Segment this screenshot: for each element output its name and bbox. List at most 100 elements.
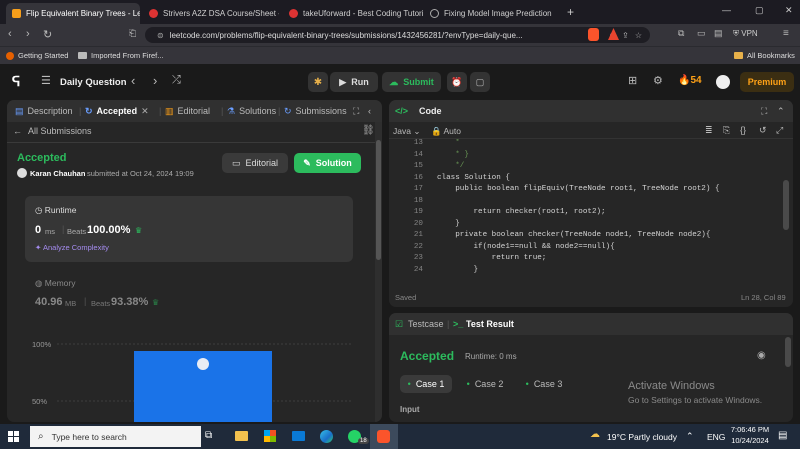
browser-tab-1[interactable]: Flip Equivalent Binary Trees - Le ✕ bbox=[6, 3, 140, 24]
settings-gear-icon[interactable]: ⚙ bbox=[653, 74, 663, 87]
problem-list-icon[interactable]: ☰ bbox=[41, 74, 51, 87]
task-view-icon[interactable]: ⧉ bbox=[205, 430, 212, 441]
prev-problem-icon[interactable]: ‹ bbox=[131, 73, 135, 88]
leetcode-logo-icon[interactable]: ᕋ bbox=[12, 73, 26, 89]
case-1-tab[interactable]: • Case 1 bbox=[400, 375, 452, 393]
taskbar-search-box[interactable]: ⌕ Type here to search bbox=[30, 426, 201, 447]
case-3-tab[interactable]: • Case 3 bbox=[518, 375, 570, 393]
close-window-button[interactable]: ✕ bbox=[785, 5, 793, 16]
auto-mode-toggle[interactable]: 🔒 Auto bbox=[431, 126, 461, 137]
premium-button[interactable]: Premium bbox=[740, 72, 794, 92]
left-panel-tabs: ▤ Description | ↻ Accepted ✕ | ▥ Editorial |… bbox=[7, 100, 382, 122]
share-link-icon[interactable]: ⛓ bbox=[362, 125, 375, 136]
analyze-complexity-link[interactable]: ✦ Analyze Complexity bbox=[35, 243, 109, 252]
tab-divider: | bbox=[221, 106, 224, 116]
close-tab-icon[interactable]: ✕ bbox=[141, 106, 149, 117]
language-select[interactable]: Java ⌄ bbox=[393, 126, 420, 137]
timer-button[interactable]: ⏰ bbox=[447, 72, 467, 92]
collapse-panel-icon[interactable]: ‹ bbox=[368, 106, 371, 116]
tab-description[interactable]: ▤ Description bbox=[15, 106, 73, 117]
submit-button[interactable]: ☁ Submit bbox=[382, 72, 441, 92]
wallet-icon[interactable]: ▤ bbox=[714, 28, 723, 39]
tab-editorial[interactable]: ▥ Editorial bbox=[165, 106, 210, 117]
sidebar-icon[interactable]: ▭ bbox=[697, 28, 706, 39]
extensions-icon[interactable]: ⧉ bbox=[678, 28, 684, 39]
runtime-card[interactable]: ◷ Runtime 0 ms | Beats 100.00% ♛ ✦ Analy… bbox=[25, 196, 353, 262]
code-line: class Solution { bbox=[437, 173, 510, 182]
language-indicator[interactable]: ENG bbox=[707, 432, 725, 442]
memory-label[interactable]: ◍ Memory bbox=[35, 278, 75, 289]
avatar[interactable] bbox=[716, 75, 730, 89]
tab-solutions[interactable]: ⚗ Solutions bbox=[227, 106, 276, 117]
vpn-button[interactable]: ⛨ VPN bbox=[733, 29, 758, 39]
new-tab-button[interactable]: + bbox=[567, 5, 574, 19]
line-number: 16 bbox=[413, 173, 423, 182]
reload-icon[interactable]: ↻ bbox=[43, 28, 52, 41]
bug-icon: ✱ bbox=[313, 76, 323, 88]
clock-time[interactable]: 7:06:46 PM bbox=[729, 425, 771, 434]
share-icon[interactable]: ⇪ bbox=[622, 31, 629, 40]
tab-accepted[interactable]: ↻ Accepted ✕ bbox=[85, 106, 149, 117]
debug-button[interactable]: ✱ bbox=[308, 72, 328, 92]
code-scrollbar-thumb[interactable] bbox=[783, 180, 789, 230]
eye-icon[interactable]: ◉ bbox=[757, 350, 766, 361]
editorial-button[interactable]: ▭ Editorial bbox=[222, 153, 288, 173]
case-2-tab[interactable]: • Case 2 bbox=[459, 375, 511, 393]
maximize-panel-icon[interactable]: ⛶ bbox=[353, 106, 359, 117]
tab-test-result[interactable]: Test Result bbox=[466, 319, 514, 329]
streak-counter[interactable]: 🔥54 bbox=[678, 75, 702, 86]
next-problem-icon[interactable]: › bbox=[153, 73, 157, 88]
bookmark-getting-started[interactable]: Getting Started bbox=[6, 51, 68, 60]
weather-text[interactable]: 19°C Partly cloudy bbox=[607, 432, 677, 442]
format-icon[interactable]: ≣ bbox=[705, 125, 713, 136]
all-submissions-link[interactable]: ← All Submissions bbox=[13, 126, 92, 136]
tab-testcase[interactable]: Testcase bbox=[408, 319, 444, 329]
bookmark-page-icon[interactable]: ⎗ bbox=[129, 28, 136, 39]
braces-icon[interactable]: {} bbox=[740, 125, 746, 135]
left-scrollbar-thumb[interactable] bbox=[376, 140, 381, 260]
maximize-icon[interactable]: ⛶ bbox=[761, 106, 767, 117]
reset-icon[interactable]: ↺ bbox=[759, 125, 767, 136]
mail-icon[interactable] bbox=[292, 431, 305, 441]
line-number: 23 bbox=[413, 254, 423, 262]
bookmark-folder-imported[interactable]: Imported From Firef... bbox=[78, 51, 164, 60]
notes-button[interactable]: ▢ bbox=[470, 72, 490, 92]
result-scrollbar-thumb[interactable] bbox=[785, 337, 791, 367]
left-scrollbar-track[interactable] bbox=[375, 122, 382, 422]
bookmark-icon[interactable]: ⎘ bbox=[723, 125, 730, 136]
brave-taskbar-button[interactable] bbox=[370, 424, 398, 449]
brave-shield-icon[interactable] bbox=[588, 28, 599, 41]
layout-grid-icon[interactable]: ⊞ bbox=[628, 74, 637, 87]
solution-button[interactable]: ✎ Solution bbox=[294, 153, 361, 173]
file-explorer-icon[interactable] bbox=[235, 431, 248, 441]
history-icon: ↻ bbox=[85, 105, 93, 116]
problem-list-title[interactable]: Daily Question bbox=[60, 77, 127, 88]
collapse-icon[interactable]: ⌃ bbox=[777, 106, 785, 117]
notifications-icon[interactable]: ▤ bbox=[778, 430, 787, 441]
fullscreen-icon[interactable]: ⤢ bbox=[776, 125, 783, 136]
windows-start-icon[interactable] bbox=[8, 431, 19, 442]
username[interactable]: Karan Chauhan bbox=[30, 169, 85, 178]
browser-tab-4[interactable]: Fixing Model Image Prediction bbox=[424, 3, 562, 24]
menu-icon[interactable]: ≡ bbox=[783, 28, 789, 39]
star-icon[interactable]: ☆ bbox=[635, 31, 642, 40]
url-input[interactable]: ⊜ leetcode.com/problems/flip-equivalent-… bbox=[145, 27, 650, 43]
browser-tab-2[interactable]: Strivers A2Z DSA Course/Sheet - Cr bbox=[143, 3, 279, 24]
maximize-button[interactable]: ▢ bbox=[755, 5, 764, 16]
runtime-label: ◷ Runtime bbox=[35, 205, 76, 216]
browser-tab-3[interactable]: takeUforward - Best Coding Tutoria bbox=[283, 3, 423, 24]
edge-icon[interactable] bbox=[320, 430, 333, 443]
tab-submissions[interactable]: ↻ Submissions bbox=[284, 106, 347, 117]
run-button[interactable]: ▶ Run bbox=[330, 72, 378, 92]
forward-arrow-icon[interactable]: › bbox=[26, 28, 30, 40]
clock-date[interactable]: 10/24/2024 bbox=[729, 436, 771, 445]
tray-chevron-icon[interactable]: ⌃ bbox=[686, 431, 694, 442]
beats-label: Beats bbox=[67, 227, 87, 236]
site-info-icon[interactable]: ⊜ bbox=[157, 31, 164, 40]
minimize-button[interactable]: — bbox=[722, 5, 731, 15]
microsoft-store-icon[interactable] bbox=[264, 430, 276, 442]
code-editor[interactable]: 13 * 14 * } 15 */ 16 class Solution { 17 … bbox=[389, 139, 781, 279]
back-arrow-icon[interactable]: ‹ bbox=[8, 28, 12, 40]
all-bookmarks-button[interactable]: All Bookmarks bbox=[734, 51, 795, 60]
random-problem-icon[interactable]: ⤮ bbox=[172, 74, 181, 87]
